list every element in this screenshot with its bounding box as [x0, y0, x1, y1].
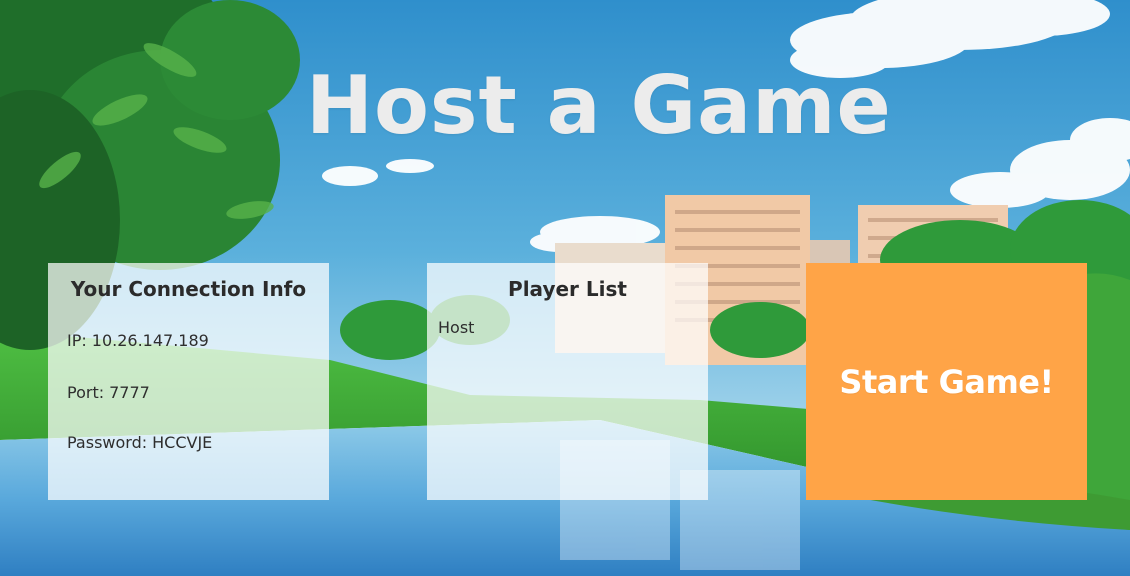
player-list-heading: Player List [508, 277, 627, 301]
port-label: Port: [67, 383, 105, 402]
password-value: HCCVJE [152, 433, 213, 452]
password-row: Password: HCCVJE [67, 433, 212, 452]
port-row: Port: 7777 [67, 383, 150, 402]
connection-info-heading: Your Connection Info [70, 277, 307, 301]
start-game-button[interactable]: Start Game! [806, 263, 1087, 500]
ip-value: 10.26.147.189 [91, 331, 209, 350]
port-value: 7777 [109, 383, 150, 402]
ip-row: IP: 10.26.147.189 [67, 331, 209, 350]
player-list-item: Host [438, 318, 475, 337]
connection-info-panel: Your Connection Info IP: 10.26.147.189 Po… [48, 263, 329, 500]
password-label: Password: [67, 433, 148, 452]
ip-label: IP: [67, 331, 87, 350]
page-title: Host a Game [306, 59, 892, 152]
player-list-panel: Player List Host [427, 263, 708, 500]
